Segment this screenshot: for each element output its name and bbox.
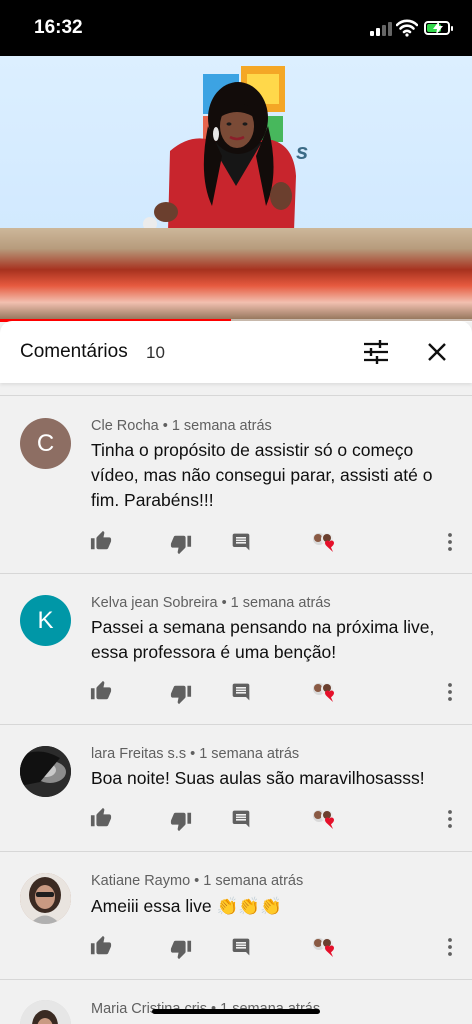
creator-heart-icon bbox=[312, 680, 336, 704]
video-player[interactable]: s bbox=[0, 56, 472, 321]
comments-header: Comentários 10 bbox=[0, 321, 472, 383]
thumb-up-icon[interactable] bbox=[90, 680, 114, 704]
comment-text: Passei a semana pensando na próxima live… bbox=[91, 617, 435, 662]
comment-meta: Kelva jean Sobreira • 1 semana atrás bbox=[91, 595, 331, 611]
avatar[interactable]: C bbox=[20, 418, 71, 469]
status-bar: 16:32 bbox=[0, 0, 472, 56]
close-icon[interactable] bbox=[426, 341, 448, 363]
creator-heart-icon bbox=[312, 530, 336, 554]
creator-heart-icon bbox=[312, 935, 336, 959]
comment-actions bbox=[0, 935, 472, 961]
thumb-up-icon[interactable] bbox=[90, 807, 114, 831]
avatar[interactable] bbox=[20, 746, 71, 797]
svg-text:s: s bbox=[296, 139, 308, 164]
comment-actions bbox=[0, 530, 472, 556]
cellular-signal-icon bbox=[370, 22, 392, 36]
avatar[interactable] bbox=[20, 873, 71, 924]
thumb-down-icon[interactable] bbox=[170, 810, 194, 834]
status-time: 16:32 bbox=[34, 17, 83, 38]
reply-comment-icon[interactable] bbox=[231, 682, 255, 706]
comment-text: Boa noite! Suas aulas são maravilhosasss… bbox=[91, 768, 425, 788]
comment-divider bbox=[0, 851, 472, 852]
thumb-up-icon[interactable] bbox=[90, 935, 114, 959]
avatar[interactable]: K bbox=[20, 595, 71, 646]
comment-divider bbox=[0, 724, 472, 725]
comment-divider bbox=[0, 979, 472, 980]
comment-actions bbox=[0, 807, 472, 833]
comments-count: 10 bbox=[146, 343, 165, 362]
sort-filter-icon[interactable] bbox=[363, 340, 389, 364]
thumb-down-icon[interactable] bbox=[170, 533, 194, 557]
comments-title: Comentários bbox=[20, 341, 128, 362]
comment-meta: lara Freitas s.s • 1 semana atrás bbox=[91, 746, 300, 762]
creator-heart-icon bbox=[312, 807, 336, 831]
thumb-down-icon[interactable] bbox=[170, 683, 194, 707]
thumb-down-icon[interactable] bbox=[170, 938, 194, 962]
reply-comment-icon[interactable] bbox=[231, 937, 255, 961]
reply-comment-icon[interactable] bbox=[231, 532, 255, 556]
more-vertical-icon[interactable] bbox=[438, 530, 462, 554]
more-vertical-icon[interactable] bbox=[438, 935, 462, 959]
comment-actions bbox=[0, 680, 472, 706]
reply-comment-icon[interactable] bbox=[231, 809, 255, 833]
header-divider bbox=[0, 395, 472, 396]
more-vertical-icon[interactable] bbox=[438, 807, 462, 831]
home-indicator bbox=[152, 1009, 320, 1014]
thumb-up-icon[interactable] bbox=[90, 530, 114, 554]
comment-divider bbox=[0, 573, 472, 574]
comment-text: Tinha o propósito de assistir só o começ… bbox=[91, 440, 433, 510]
wifi-icon bbox=[396, 19, 418, 37]
news-desk bbox=[0, 228, 472, 321]
comment-meta: Katiane Raymo • 1 semana atrás bbox=[91, 873, 304, 889]
avatar[interactable] bbox=[20, 1000, 71, 1024]
battery-icon bbox=[424, 21, 453, 35]
more-vertical-icon[interactable] bbox=[438, 680, 462, 704]
comment-text: Ameiii essa live 👏👏👏 bbox=[91, 896, 282, 916]
comment-meta: Cle Rocha • 1 semana atrás bbox=[91, 418, 272, 434]
